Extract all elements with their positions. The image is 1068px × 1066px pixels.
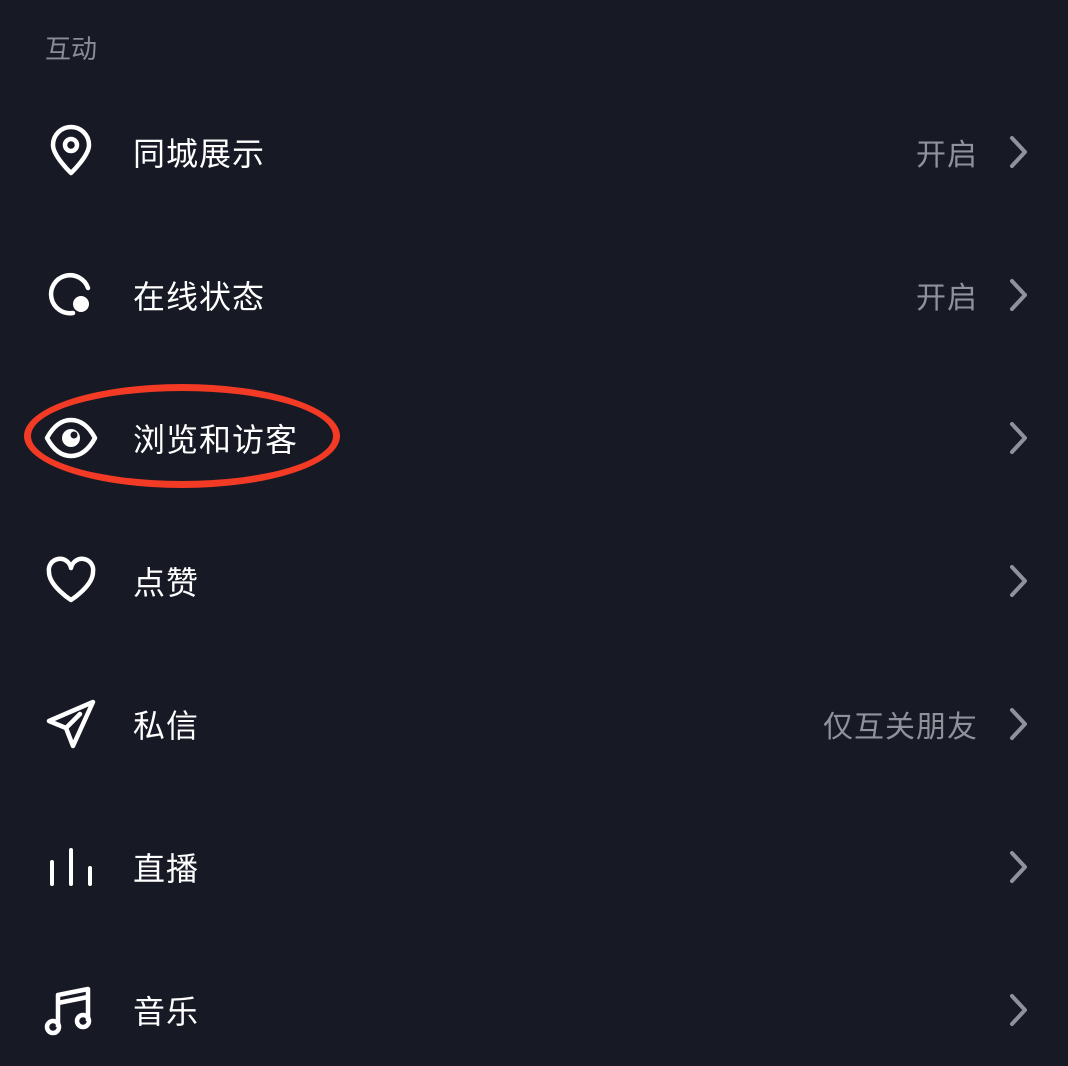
chevron-right-icon — [1004, 561, 1032, 601]
row-value: 开启 — [916, 137, 978, 173]
section-title: 互动 — [45, 35, 98, 65]
row-likes[interactable]: 点赞 — [0, 509, 1068, 652]
row-views-and-visitors[interactable]: 浏览和访客 — [0, 366, 1068, 509]
row-music[interactable]: 音乐 — [0, 938, 1068, 1066]
row-label: 同城展示 — [133, 134, 266, 173]
row-label: 音乐 — [133, 992, 200, 1031]
chevron-right-icon — [1004, 847, 1032, 887]
live-bars-icon — [44, 840, 98, 894]
row-live-stream[interactable]: 直播 — [0, 795, 1068, 938]
row-direct-messages[interactable]: 私信 仅互关朋友 — [0, 652, 1068, 795]
location-pin-icon — [44, 124, 98, 179]
row-label: 浏览和访客 — [133, 420, 299, 459]
music-note-icon — [44, 983, 98, 1037]
settings-list: 同城展示 开启 在线状态 开启 浏览和访客 点赞 私信 仅互关朋友 直播 音乐 — [0, 80, 1068, 1066]
chevron-right-icon — [1004, 990, 1032, 1030]
chevron-right-icon — [1004, 132, 1032, 172]
row-label: 直播 — [133, 849, 200, 888]
row-value: 仅互关朋友 — [823, 709, 978, 745]
chevron-right-icon — [1004, 704, 1032, 744]
eye-icon — [44, 411, 98, 465]
chevron-right-icon — [1004, 275, 1032, 315]
row-label: 在线状态 — [133, 277, 266, 316]
row-online-status[interactable]: 在线状态 开启 — [0, 223, 1068, 366]
row-value: 开启 — [916, 280, 978, 316]
paper-plane-icon — [44, 697, 98, 751]
row-label: 私信 — [133, 706, 200, 745]
heart-icon — [44, 554, 98, 608]
chevron-right-icon — [1004, 418, 1032, 458]
online-status-icon — [44, 268, 98, 322]
row-label: 点赞 — [133, 563, 200, 602]
row-location-display[interactable]: 同城展示 开启 — [0, 80, 1068, 223]
